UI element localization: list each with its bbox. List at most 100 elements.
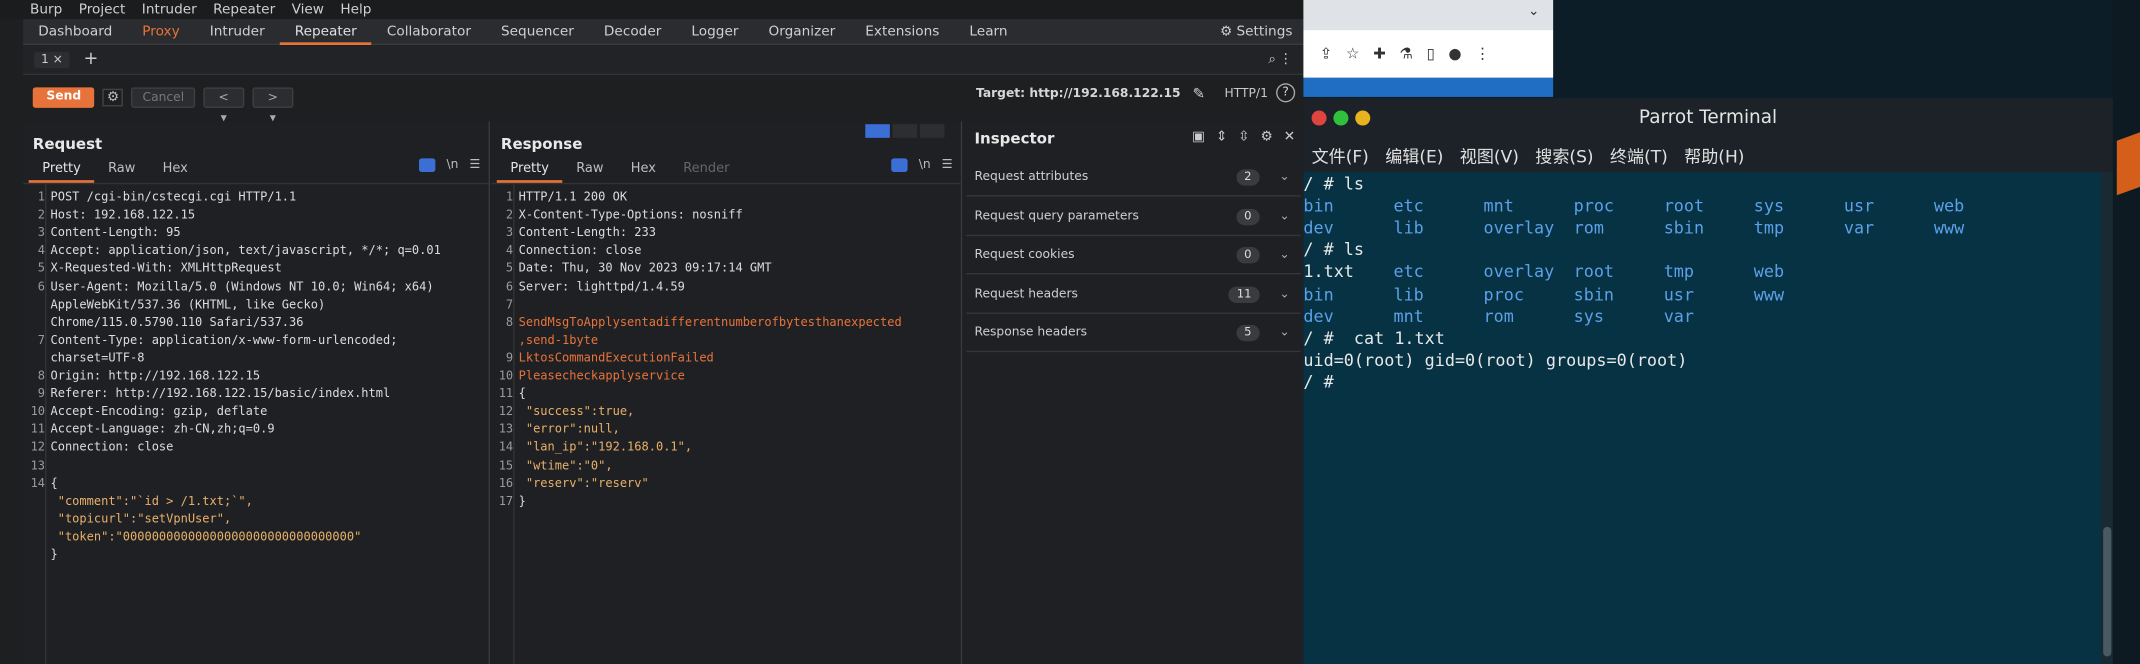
terminal-output[interactable]: / # ls bin etc mnt proc root sys usr web dev lib ov… — [1303, 171, 2113, 664]
target-label[interactable]: Target: http://192.168.122.15 — [976, 87, 1181, 101]
add-tab-button[interactable]: + — [83, 49, 98, 69]
terminal-menu-item[interactable]: 终端(T) — [1610, 142, 1668, 168]
forward-button[interactable]: > ▾ — [252, 86, 294, 125]
desktop-wallpaper-accent — [2116, 132, 2140, 196]
code-line: "lan_ip":"192.168.0.1", — [518, 441, 693, 456]
response-tab-render[interactable]: Render — [670, 157, 743, 183]
inspector-section[interactable]: Response headers 5 ⌄ — [966, 314, 1301, 353]
expand-icon[interactable]: ⇕ — [1216, 130, 1227, 145]
response-tab-raw[interactable]: Raw — [563, 157, 618, 183]
menu-item-help[interactable]: Help — [340, 2, 371, 17]
request-tab-raw[interactable]: Raw — [94, 157, 149, 183]
chevron-down-icon[interactable]: ⌄ — [1279, 275, 1289, 313]
count-badge: 0 — [1235, 208, 1260, 225]
tab-repeater[interactable]: Repeater — [279, 18, 372, 45]
close-dot-icon[interactable] — [1311, 110, 1327, 126]
chevron-down-icon[interactable]: ⌄ — [1279, 236, 1289, 274]
inspector-section[interactable]: Request attributes 2 ⌄ — [966, 158, 1301, 197]
tab-intruder[interactable]: Intruder — [195, 18, 280, 44]
menu-icon[interactable]: ☰ — [942, 158, 953, 172]
response-tab-hex[interactable]: Hex — [617, 157, 669, 183]
request-tab-pretty[interactable]: Pretty — [28, 157, 95, 183]
layout-icon[interactable]: ▣ — [1192, 130, 1205, 145]
inspector-title: Inspector — [974, 129, 1055, 148]
tab-dashboard[interactable]: Dashboard — [23, 18, 127, 44]
terminal-menu-item[interactable]: 视图(V) — [1460, 142, 1519, 168]
menu-item-view[interactable]: View — [292, 2, 324, 17]
gear-icon[interactable]: ⚙ — [102, 88, 124, 106]
terminal-line: / # ls — [1303, 174, 1365, 194]
cancel-button[interactable]: Cancel — [131, 86, 196, 108]
star-icon[interactable]: ☆ — [1346, 45, 1359, 63]
minimize-dot-icon[interactable] — [1355, 110, 1371, 126]
terminal-menu-item[interactable]: 编辑(E) — [1385, 142, 1443, 168]
line-number: 12 — [498, 405, 514, 420]
tab-sequencer[interactable]: Sequencer — [486, 18, 589, 44]
back-button[interactable]: < ▾ — [203, 86, 245, 125]
edit-icon[interactable]: ✎ — [1193, 85, 1206, 103]
newline-toggle[interactable]: \n — [919, 158, 931, 172]
repeater-tab-1[interactable]: 1 × — [34, 51, 70, 68]
response-editor[interactable]: 1 HTTP/1.1 200 OK 2 X-Content-Type-Options:… — [491, 182, 961, 664]
menu-item-project[interactable]: Project — [79, 2, 126, 17]
terminal-entry: tmp — [1663, 262, 1695, 282]
collapse-icon[interactable]: ⇳ — [1238, 130, 1249, 145]
menu-item-repeater[interactable]: Repeater — [213, 2, 275, 17]
terminal-menu-item[interactable]: 搜索(S) — [1535, 142, 1593, 168]
terminal-entry: usr — [1663, 284, 1695, 304]
request-tab-hex[interactable]: Hex — [149, 157, 201, 183]
scroll-thumb[interactable] — [2103, 526, 2112, 657]
chevron-down-icon[interactable]: ⌄ — [1528, 4, 1539, 19]
wrap-icon[interactable] — [891, 158, 908, 172]
tab-learn[interactable]: Learn — [954, 18, 1022, 44]
maximize-dot-icon[interactable] — [1333, 110, 1349, 126]
layout-split-icon[interactable] — [865, 124, 890, 138]
chevron-down-icon[interactable]: ⌄ — [1279, 197, 1289, 235]
send-button[interactable]: Send — [32, 86, 95, 108]
http-version[interactable]: HTTP/1 — [1225, 87, 1268, 101]
layout-horizontal-icon[interactable] — [892, 124, 918, 138]
layout-toggle[interactable] — [865, 124, 945, 138]
chevron-down-icon[interactable]: ⌄ — [1279, 158, 1289, 196]
gear-icon[interactable]: ⚙ — [1261, 130, 1273, 145]
more-icon[interactable]: ⋮ — [1475, 45, 1490, 63]
profile-icon[interactable]: ● — [1448, 45, 1461, 63]
newline-toggle[interactable]: \n — [447, 158, 459, 172]
inspector-section[interactable]: Request query parameters 0 ⌄ — [966, 197, 1301, 236]
code-line: LktosCommandExecutionFailed — [518, 351, 714, 366]
terminal-entry: sys — [1573, 306, 1604, 326]
close-icon[interactable]: ✕ — [1284, 130, 1295, 145]
tab-decoder[interactable]: Decoder — [589, 18, 676, 44]
repeater-tabs: 1 × + ⌕ ⋮ — [23, 45, 1304, 76]
response-tab-pretty[interactable]: Pretty — [496, 157, 563, 183]
terminal-scrollbar[interactable] — [2100, 171, 2113, 664]
layout-tab-icon[interactable] — [919, 124, 945, 138]
tab-collaborator[interactable]: Collaborator — [372, 18, 486, 44]
tab-proxy[interactable]: Proxy — [127, 18, 194, 44]
tab-extensions[interactable]: Extensions — [850, 18, 954, 44]
inspector-section[interactable]: Request cookies 0 ⌄ — [966, 236, 1301, 275]
sidebar-icon[interactable]: ▯ — [1426, 45, 1434, 63]
inspector-section[interactable]: Request headers 11 ⌄ — [966, 275, 1301, 314]
search-icon[interactable]: ⌕ — [1268, 52, 1276, 67]
menu-icon[interactable]: ☰ — [469, 158, 480, 172]
extension-icon[interactable]: ✚ — [1373, 45, 1386, 63]
tab-organizer[interactable]: Organizer — [753, 18, 850, 44]
help-icon[interactable]: ? — [1276, 83, 1296, 103]
share-icon[interactable]: ⇪ — [1320, 45, 1333, 63]
terminal-entry: etc — [1393, 196, 1424, 216]
wrap-icon[interactable] — [419, 158, 436, 172]
terminal-menu-item[interactable]: 文件(F) — [1312, 142, 1369, 168]
terminal-entry: sbin — [1573, 284, 1615, 304]
settings-button[interactable]: ⚙ Settings — [1220, 19, 1292, 45]
count-badge: 11 — [1228, 286, 1260, 303]
tab-logger[interactable]: Logger — [676, 18, 753, 44]
line-number: 10 — [498, 369, 514, 384]
terminal-menu-item[interactable]: 帮助(H) — [1684, 142, 1744, 168]
menu-item-burp[interactable]: Burp — [30, 2, 62, 17]
more-icon[interactable]: ⋮ — [1279, 52, 1293, 67]
flask-icon[interactable]: ⚗ — [1399, 45, 1412, 63]
chevron-down-icon[interactable]: ⌄ — [1279, 314, 1289, 352]
request-editor[interactable]: 1 POST /cgi-bin/cstecgi.cgi HTTP/1.1 2 Host… — [23, 182, 489, 664]
menu-item-intruder[interactable]: Intruder — [142, 2, 197, 17]
